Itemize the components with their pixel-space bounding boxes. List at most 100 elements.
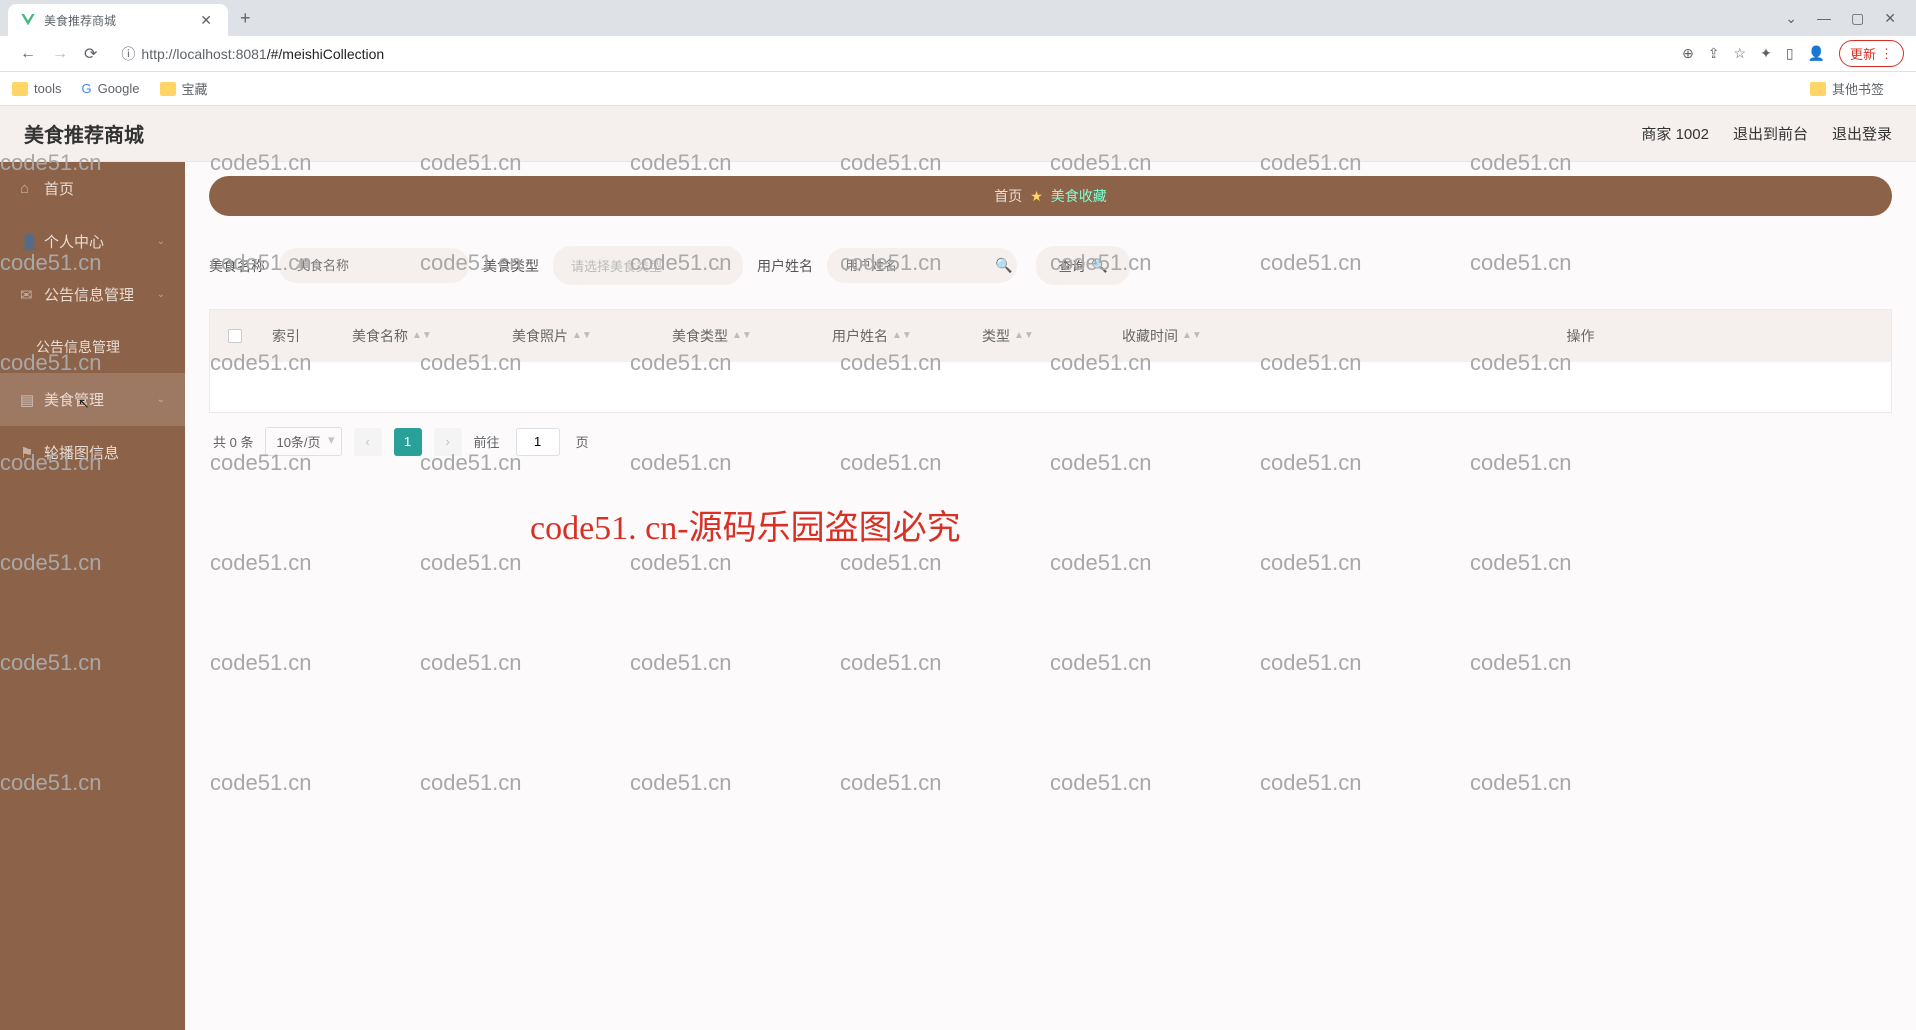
filter-row: 美食名称 美食类型 请选择美食类型 ⌄ 用户姓名 🔍 查询 🔍: [209, 236, 1892, 309]
goto-suffix: 页: [576, 432, 589, 451]
page-size-select[interactable]: 10条/页: [265, 427, 341, 456]
goto-label: 前往: [474, 432, 500, 451]
chevron-down-icon: ⌄: [157, 289, 165, 300]
content: 首页 ★ 美食收藏 美食名称 美食类型 请选择美食类型 ⌄ 用户姓名 🔍 查询 …: [185, 162, 1916, 1030]
toolbar-right: ⊕ ⇪ ☆ ✦ ▯ 👤 更新⋮: [1682, 40, 1904, 67]
breadcrumb-current: 美食收藏: [1051, 186, 1107, 206]
back-button[interactable]: ←: [12, 45, 44, 63]
th-photo[interactable]: 美食照片▲▼: [500, 326, 660, 346]
pagination-total: 共 0 条: [213, 432, 253, 451]
url-input[interactable]: ⓘ http://localhost:8081/#/meishiCollecti…: [113, 40, 1674, 68]
send-icon: ✉: [20, 286, 34, 304]
th-time[interactable]: 收藏时间▲▼: [1110, 326, 1270, 346]
book-icon: ▤: [20, 391, 34, 409]
zoom-icon[interactable]: ⊕: [1682, 45, 1694, 62]
chevron-down-icon: ⌄: [157, 236, 165, 247]
dropdown-icon[interactable]: ⌄: [1785, 10, 1797, 27]
tab-title: 美食推荐商城: [44, 12, 196, 29]
cursor-icon: ↖: [78, 395, 90, 412]
th-checkbox[interactable]: [210, 329, 260, 343]
bookmark-icon[interactable]: ☆: [1734, 45, 1747, 62]
bookmark-google[interactable]: GGoogle: [81, 81, 139, 96]
table-header: 索引 美食名称▲▼ 美食照片▲▼ 美食类型▲▼ 用户姓名▲▼ 类型▲▼ 收藏时间…: [210, 310, 1891, 362]
update-button[interactable]: 更新⋮: [1839, 40, 1904, 67]
minimize-icon[interactable]: —: [1817, 10, 1831, 27]
table-body-empty: [210, 362, 1891, 412]
bookmark-other[interactable]: 其他书签: [1810, 79, 1884, 98]
sidebar-item-food[interactable]: ▤ 美食管理 ⌄: [0, 373, 185, 426]
th-kind[interactable]: 类型▲▼: [970, 326, 1110, 346]
pagination: 共 0 条 10条/页 ‹ 1 › 前往 页: [209, 413, 1892, 470]
vue-favicon-icon: [20, 12, 36, 28]
breadcrumb: 首页 ★ 美食收藏: [209, 176, 1892, 216]
query-button[interactable]: 查询 🔍: [1036, 246, 1129, 285]
star-icon: ★: [1030, 188, 1043, 205]
prev-page-button[interactable]: ‹: [354, 428, 382, 456]
home-icon: ⌂: [20, 180, 34, 197]
browser-tab[interactable]: 美食推荐商城 ✕: [8, 4, 228, 36]
filter-user-input[interactable]: [827, 248, 1017, 283]
sort-icon: ▲▼: [1182, 333, 1202, 339]
th-index[interactable]: 索引: [260, 326, 340, 346]
reload-button[interactable]: ⟳: [76, 44, 105, 64]
tab-bar: 美食推荐商城 ✕ + ⌄ — ▢ ✕: [0, 0, 1916, 36]
bookmark-tools[interactable]: tools: [12, 81, 61, 96]
filter-name-input[interactable]: [279, 248, 469, 283]
new-tab-button[interactable]: +: [240, 8, 251, 29]
goto-input[interactable]: [516, 428, 560, 456]
sort-icon: ▲▼: [892, 333, 912, 339]
page-1-button[interactable]: 1: [394, 428, 422, 456]
sort-icon: ▲▼: [732, 333, 752, 339]
sidebar-item-notice[interactable]: ✉ 公告信息管理 ⌄: [0, 268, 185, 321]
sidebar: ⌂ 首页 👤 个人中心 ⌄ ✉ 公告信息管理 ⌄ 公告信息管理 ▤ 美食管理 ⌄: [0, 162, 185, 1030]
extensions-icon[interactable]: ✦: [1760, 45, 1772, 62]
th-type[interactable]: 美食类型▲▼: [660, 326, 820, 346]
folder-icon: [1810, 82, 1826, 96]
th-user[interactable]: 用户姓名▲▼: [820, 326, 970, 346]
bookmark-baozang[interactable]: 宝藏: [160, 79, 208, 98]
maximize-icon[interactable]: ▢: [1851, 10, 1864, 27]
app-title: 美食推荐商城: [24, 119, 144, 148]
sort-icon: ▲▼: [1014, 333, 1034, 339]
app-body: ⌂ 首页 👤 个人中心 ⌄ ✉ 公告信息管理 ⌄ 公告信息管理 ▤ 美食管理 ⌄: [0, 162, 1916, 1030]
th-name[interactable]: 美食名称▲▼: [340, 326, 500, 346]
flag-icon: ⚑: [20, 444, 34, 462]
filter-type-label: 美食类型: [483, 256, 539, 276]
folder-icon: [160, 82, 176, 96]
url-text: http://localhost:8081/#/meishiCollection: [141, 46, 384, 62]
sidepanel-icon[interactable]: ▯: [1786, 45, 1794, 62]
profile-icon[interactable]: 👤: [1808, 45, 1825, 62]
sidebar-item-carousel[interactable]: ⚑ 轮播图信息: [0, 426, 185, 479]
sidebar-item-home[interactable]: ⌂ 首页: [0, 162, 185, 215]
th-ops: 操作: [1270, 326, 1891, 346]
close-icon[interactable]: ✕: [196, 10, 216, 31]
overlay-watermark-text: code51. cn-源码乐园盗图必究: [530, 500, 961, 549]
close-window-icon[interactable]: ✕: [1884, 10, 1896, 27]
logout-link[interactable]: 退出登录: [1832, 123, 1892, 144]
forward-button[interactable]: →: [44, 45, 76, 63]
breadcrumb-home[interactable]: 首页: [994, 186, 1022, 206]
sort-icon: ▲▼: [412, 333, 432, 339]
sidebar-item-notice-sub[interactable]: 公告信息管理: [0, 321, 185, 373]
chevron-down-icon: ⌄: [157, 394, 165, 405]
user-icon: 👤: [20, 233, 34, 251]
sidebar-item-personal[interactable]: 👤 个人中心 ⌄: [0, 215, 185, 268]
sort-icon: ▲▼: [572, 333, 592, 339]
data-table: 索引 美食名称▲▼ 美食照片▲▼ 美食类型▲▼ 用户姓名▲▼ 类型▲▼ 收藏时间…: [209, 309, 1892, 413]
search-icon: 🔍: [995, 257, 1012, 274]
folder-icon: [12, 82, 28, 96]
chevron-down-icon: ⌄: [714, 258, 725, 274]
header-right: 商家 1002 退出到前台 退出登录: [1641, 123, 1892, 144]
search-icon: 🔍: [1091, 258, 1108, 274]
filter-name-label: 美食名称: [209, 256, 265, 276]
window-controls: ⌄ — ▢ ✕: [1785, 10, 1908, 27]
filter-type-select[interactable]: 请选择美食类型 ⌄: [553, 246, 743, 285]
filter-user-label: 用户姓名: [757, 256, 813, 276]
next-page-button[interactable]: ›: [434, 428, 462, 456]
merchant-label: 商家 1002: [1641, 123, 1709, 144]
browser-chrome: 美食推荐商城 ✕ + ⌄ — ▢ ✕ ← → ⟳ ⓘ http://localh…: [0, 0, 1916, 106]
logout-front-link[interactable]: 退出到前台: [1733, 123, 1808, 144]
google-icon: G: [81, 81, 91, 96]
info-icon: ⓘ: [121, 44, 135, 64]
share-icon[interactable]: ⇪: [1708, 45, 1720, 62]
